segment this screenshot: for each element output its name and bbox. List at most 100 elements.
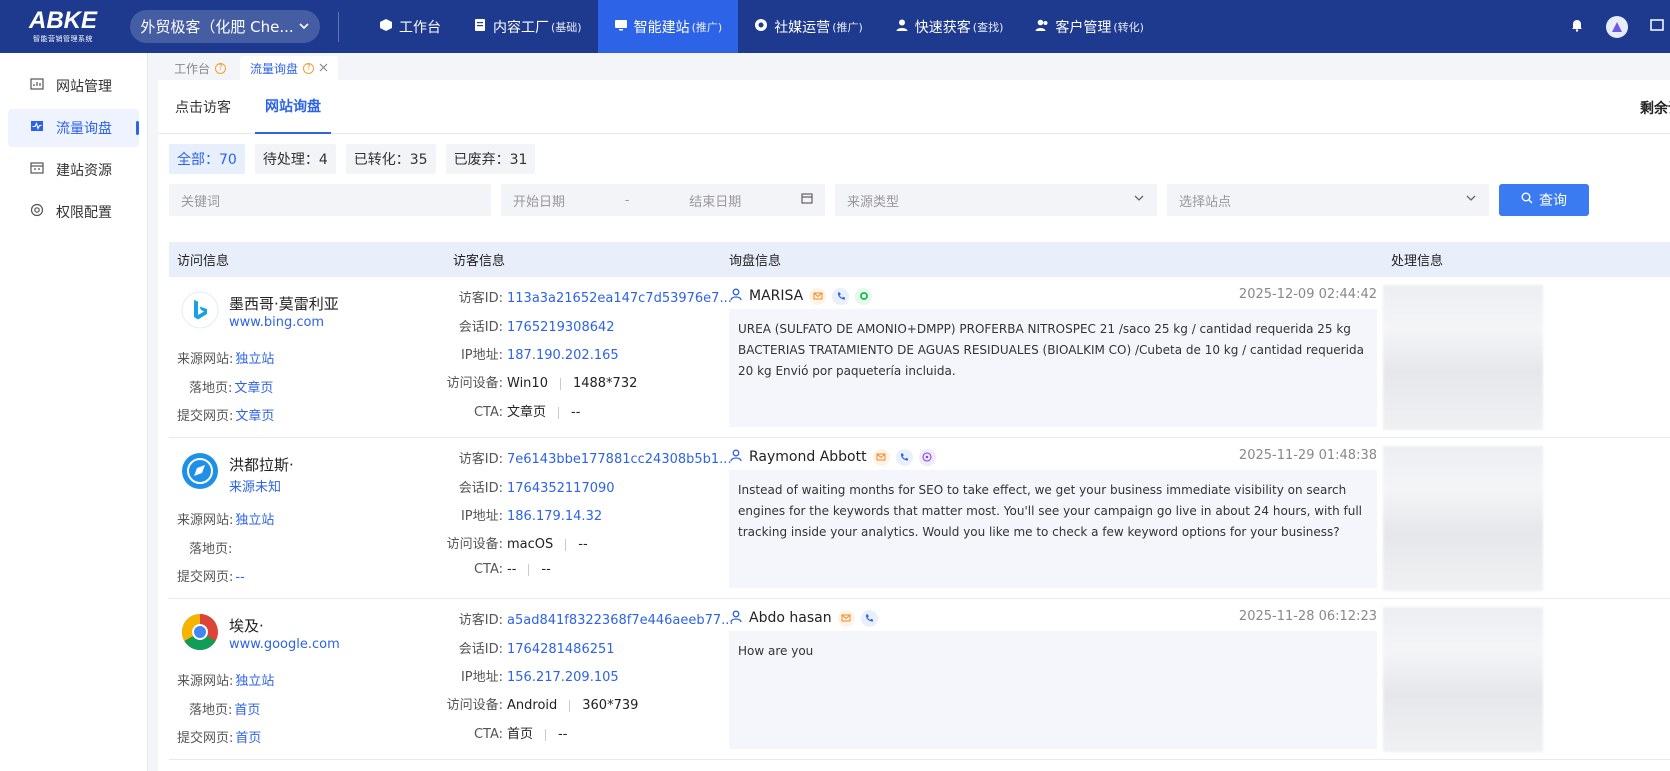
site-select[interactable]: 选择站点: [1167, 184, 1489, 216]
keyword-input[interactable]: 关键词: [169, 184, 491, 216]
avatar[interactable]: [1606, 15, 1628, 38]
help-icon[interactable]: ?: [215, 62, 227, 74]
email-icon[interactable]: [809, 287, 827, 305]
tab-site-inquiries[interactable]: 网站询盘: [255, 80, 331, 134]
filter-discarded[interactable]: 已废弃：31: [445, 144, 536, 174]
start-date-input[interactable]: 开始日期: [513, 191, 565, 210]
bing-icon: [181, 291, 219, 329]
nav-sublabel: (转化): [1113, 20, 1144, 34]
email-icon[interactable]: [872, 448, 890, 466]
filter-converted[interactable]: 已转化：35: [345, 144, 436, 174]
search-button[interactable]: 查询: [1499, 184, 1589, 216]
col-header-visit: 访问信息: [177, 254, 230, 269]
window-icon[interactable]: [1650, 18, 1664, 36]
cta: CTA: 首页 --: [473, 727, 568, 742]
source-site: 来源网站: 独立站: [177, 352, 275, 367]
nav-quick-leads[interactable]: 快速获客 (查找): [879, 0, 1020, 53]
search-icon: [1521, 192, 1533, 208]
sidebar-item-site-mgmt[interactable]: 网站管理: [8, 67, 139, 105]
tab-click-visitors[interactable]: 点击访客: [165, 80, 241, 134]
search-row: 关键词 开始日期 - 结束日期 来源类型 选择站点 查询: [158, 174, 1670, 216]
viber-icon[interactable]: [918, 448, 936, 466]
referrer-link[interactable]: www.bing.com: [229, 315, 324, 330]
ip-address: IP地址: 156.217.209.105: [460, 670, 619, 685]
table-row[interactable]: 埃及· www.google.com 来源网站: 独立站 落地页: 首页 提交网页:…: [169, 599, 1670, 760]
inquiry-info: MARISA 2025-12-09 02:44:42 UREA (SULFATO…: [729, 277, 1377, 437]
email-icon[interactable]: [837, 609, 855, 627]
phone-icon[interactable]: [860, 609, 878, 627]
nav-label: 内容工厂: [493, 19, 549, 36]
device: 访问设备: macOS --: [446, 537, 588, 552]
company-switcher[interactable]: 外贸极客（化肥 Che...: [130, 10, 320, 43]
landing-page-link[interactable]: 文章页: [234, 381, 273, 396]
visitor-location: 墨西哥·莫雷利亚: [229, 295, 339, 313]
submit-page-link[interactable]: 首页: [235, 731, 261, 746]
visitor-info: 访客ID: a5ad841f8322368f7e446aeeb77... 会话ID…: [445, 599, 734, 759]
nav-workbench[interactable]: 工作台: [363, 0, 457, 53]
source-site-link[interactable]: 独立站: [235, 513, 274, 528]
close-icon[interactable]: [319, 61, 328, 75]
phone-icon[interactable]: [895, 448, 913, 466]
page-tab-traffic-inquiry[interactable]: 流量询盘 ?: [240, 56, 339, 80]
table-row[interactable]: 墨西哥·莫雷利亚 www.bing.com 来源网站: 独立站 落地页: 文章页 提…: [169, 277, 1670, 438]
page-tab-label: 工作台: [174, 61, 211, 76]
source-site-link[interactable]: 独立站: [235, 352, 274, 367]
submit-page-link[interactable]: --: [235, 570, 244, 585]
device: 访问设备: Android 360*739: [446, 698, 639, 713]
inquiry-time: 2025-11-28 06:12:23: [1238, 609, 1377, 624]
sidebar: 网站管理 流量询盘 建站资源 权限配置: [0, 53, 148, 771]
bell-icon[interactable]: [1570, 18, 1584, 36]
divider: [338, 11, 339, 42]
redacted-block: [1383, 446, 1543, 591]
status-filters: 全部：70 待处理：4 已转化：35 已废弃：31: [158, 134, 1670, 174]
landing-page: 落地页: 文章页: [189, 381, 274, 396]
person-icon: [729, 287, 743, 305]
end-date-input[interactable]: 结束日期: [689, 191, 741, 210]
source-site-link[interactable]: 独立站: [235, 674, 274, 689]
sidebar-item-permissions[interactable]: 权限配置: [8, 193, 139, 231]
sidebar-item-site-resources[interactable]: 建站资源: [8, 151, 139, 189]
visitor-id: 访客ID: a5ad841f8322368f7e446aeeb77...: [458, 613, 734, 628]
visitor-info: 访客ID: 113a3a21652ea147c7d53976e7... 会话ID:…: [445, 277, 732, 437]
page-tab-workbench[interactable]: 工作台 ?: [164, 56, 236, 80]
nav-sublabel: (查找): [972, 20, 1004, 34]
filter-pending[interactable]: 待处理：4: [254, 144, 336, 174]
nav-social-media[interactable]: 社媒运营 (推广): [738, 0, 879, 53]
table-row[interactable]: 洪都拉斯· 来源未知 来源网站: 独立站 落地页: 提交网页: -- 访客ID: 7e…: [169, 438, 1670, 599]
redacted-block: [1383, 607, 1543, 752]
referrer-link[interactable]: www.google.com: [229, 637, 340, 652]
processing-info: [1383, 285, 1543, 430]
nav-customer-mgmt[interactable]: 客户管理 (转化): [1019, 0, 1160, 53]
sidebar-item-label: 权限配置: [56, 205, 112, 221]
visit-info: 埃及· www.google.com 来源网站: 独立站 落地页: 首页 提交网页:…: [169, 599, 445, 759]
calendar-icon: [801, 192, 813, 208]
source-site: 来源网站: 独立站: [177, 513, 275, 528]
cube-icon: [379, 18, 393, 36]
person-icon: [729, 448, 743, 466]
whatsapp-icon[interactable]: [855, 287, 873, 305]
chart-icon: [30, 77, 44, 95]
source-type-select[interactable]: 来源类型: [835, 184, 1157, 216]
sidebar-item-traffic-inquiry[interactable]: 流量询盘: [8, 109, 139, 147]
submit-page: 提交网页: 文章页: [177, 409, 275, 424]
subtabs: 点击访客 网站询盘 剩余询: [158, 80, 1670, 134]
col-header-visitor: 访客信息: [453, 254, 506, 269]
help-icon[interactable]: ?: [303, 62, 315, 74]
device: 访问设备: Win10 1488*732: [446, 376, 638, 391]
sidebar-item-label: 网站管理: [56, 79, 112, 95]
referrer-link[interactable]: 来源未知: [229, 476, 281, 495]
landing-page-link[interactable]: 首页: [234, 703, 260, 718]
inquiry-message: How are you: [729, 631, 1377, 749]
date-range-picker[interactable]: 开始日期 - 结束日期: [501, 184, 825, 216]
nav-smart-site[interactable]: 智能建站 (推广): [597, 0, 739, 53]
inquiry-time: 2025-12-09 02:44:42: [1238, 287, 1377, 302]
inquiry-message: UREA (SULFATO DE AMONIO+DMPP) PROFERBA N…: [729, 309, 1377, 427]
nav-content-factory[interactable]: 内容工厂 (基础): [457, 0, 598, 53]
filter-all[interactable]: 全部：70: [169, 144, 245, 174]
submit-page-link[interactable]: 文章页: [235, 409, 274, 424]
phone-icon[interactable]: [832, 287, 850, 305]
logo[interactable]: ABKE 智能营销管理系统: [8, 0, 118, 53]
logo-brand: ABKE: [28, 6, 97, 34]
ip-address: IP地址: 186.179.14.32: [460, 509, 603, 524]
main-nav: 工作台 内容工厂 (基础) 智能建站 (推广) 社媒运营 (推广) 快速获客 (…: [363, 0, 1160, 53]
